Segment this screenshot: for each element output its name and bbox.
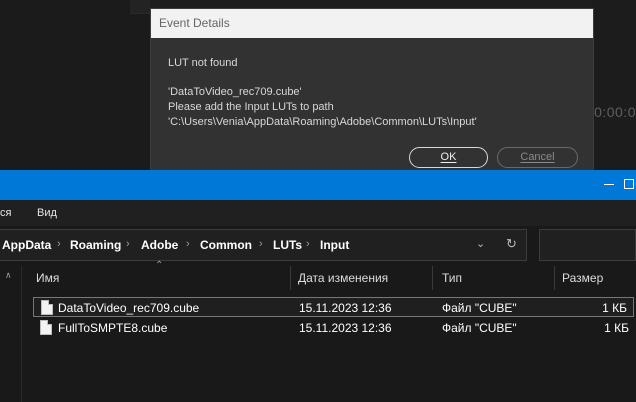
file-row[interactable]: DataToVideo_rec709.cube 15.11.2023 12:36… — [33, 297, 634, 317]
instruction-text: Please add the Input LUTs to path — [168, 101, 334, 113]
breadcrumb-luts[interactable]: LUTs — [273, 238, 302, 252]
file-list-pane: ∧ ⌃ Имя Дата изменения Тип Размер DataTo… — [0, 260, 636, 402]
refresh-icon[interactable]: ↻ — [506, 236, 517, 252]
breadcrumb-common[interactable]: Common — [200, 238, 252, 252]
timecode-display: 0:00:0 — [594, 104, 636, 120]
chevron-right-icon[interactable]: › — [306, 238, 310, 250]
address-bar[interactable]: AppData › Roaming › Adobe › Common › LUT… — [0, 229, 527, 261]
file-size: 1 КБ — [602, 301, 627, 315]
file-icon — [40, 320, 52, 335]
column-header-type[interactable]: Тип — [436, 266, 555, 290]
breadcrumb-adobe[interactable]: Adobe — [141, 238, 178, 252]
chevron-down-icon[interactable]: ⌄ — [476, 237, 485, 250]
breadcrumb-input[interactable]: Input — [320, 238, 349, 252]
minimize-icon[interactable] — [604, 184, 614, 185]
scroll-up-icon[interactable]: ∧ — [5, 270, 12, 281]
file-type: Файл "CUBE" — [442, 321, 517, 335]
event-details-dialog: Event Details LUT not found 'DataToVideo… — [150, 8, 594, 172]
file-explorer-window: ся Вид AppData › Roaming › Adobe › Commo… — [0, 170, 636, 402]
chevron-right-icon[interactable]: › — [259, 238, 263, 250]
column-header-size[interactable]: Размер — [556, 266, 636, 290]
ribbon-menu-bar: ся Вид — [0, 200, 636, 226]
chevron-right-icon[interactable]: › — [186, 238, 190, 250]
menu-item-share[interactable]: ся — [0, 207, 11, 219]
explorer-title-bar[interactable] — [0, 170, 636, 200]
navigation-pane: ∧ — [0, 266, 22, 402]
ok-button[interactable]: OK — [409, 147, 488, 168]
address-row: AppData › Roaming › Adobe › Common › LUT… — [0, 226, 636, 266]
file-type: Файл "CUBE" — [442, 301, 517, 315]
file-name: DataToVideo_rec709.cube — [58, 301, 200, 315]
error-heading: LUT not found — [168, 57, 238, 69]
maximize-icon[interactable] — [624, 179, 634, 189]
column-header-name[interactable]: Имя — [30, 266, 291, 290]
missing-lut-name: 'DataToVideo_rec709.cube' — [168, 86, 302, 98]
menu-item-view[interactable]: Вид — [37, 207, 57, 219]
cancel-button[interactable]: Cancel — [497, 147, 578, 168]
breadcrumb-appdata[interactable]: AppData — [2, 238, 51, 252]
background-panel — [0, 0, 150, 170]
dialog-title: Event Details — [151, 9, 593, 38]
dialog-message: LUT not found 'DataToVideo_rec709.cube' … — [151, 38, 593, 130]
chevron-right-icon[interactable]: › — [126, 238, 130, 250]
file-row[interactable]: FullToSMPTE8.cube 15.11.2023 12:36 Файл … — [33, 318, 634, 338]
column-header-date-modified[interactable]: Дата изменения — [292, 266, 433, 290]
file-size: 1 КБ — [604, 321, 629, 335]
file-date: 15.11.2023 12:36 — [299, 301, 392, 315]
file-icon — [41, 300, 53, 315]
file-date: 15.11.2023 12:36 — [299, 321, 392, 335]
background-program-monitor — [592, 0, 636, 170]
search-input[interactable] — [539, 229, 636, 261]
chevron-right-icon[interactable]: › — [57, 238, 61, 250]
breadcrumb-roaming[interactable]: Roaming — [70, 238, 121, 252]
lut-path-text: 'C:\Users\Venia\AppData\Roaming\Adobe\Co… — [168, 116, 477, 128]
file-name: FullToSMPTE8.cube — [58, 321, 168, 335]
background-tab-bar — [130, 0, 150, 14]
